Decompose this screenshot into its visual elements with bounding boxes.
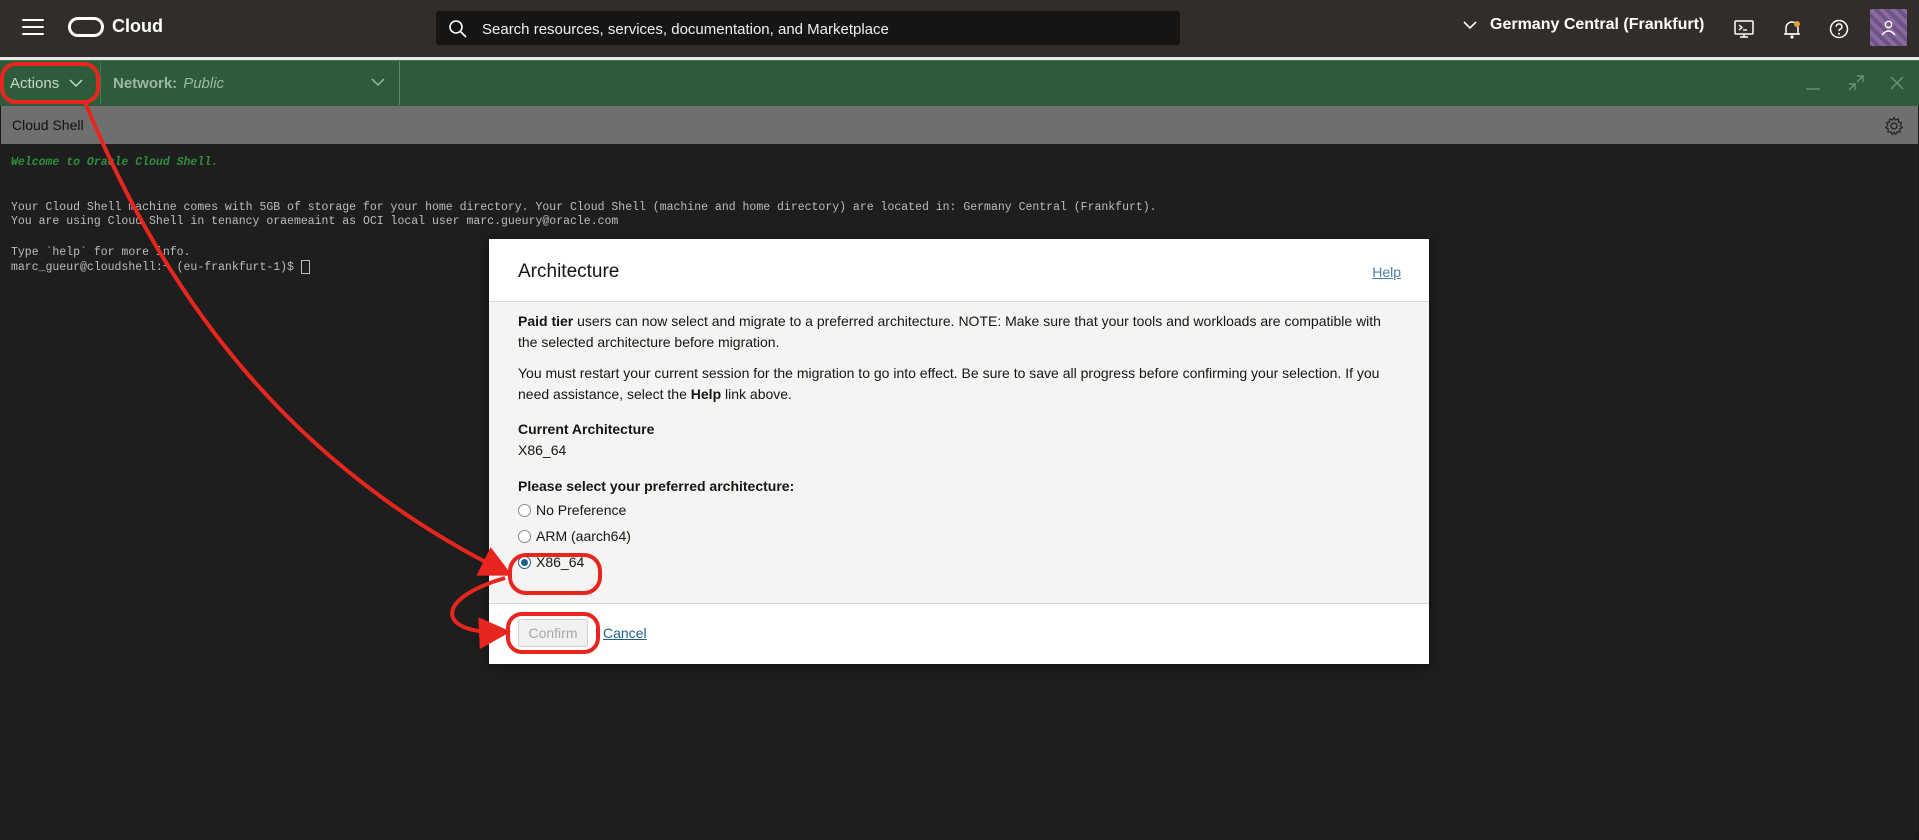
prompt-text: marc_gueur@cloudshell:~ (eu-frankfurt-1)…: [11, 261, 301, 275]
terminal-line: Welcome to Oracle Cloud Shell.: [11, 156, 219, 169]
terminal-line: Your Cloud Shell machine comes with 5GB …: [11, 201, 1157, 214]
top-navigation-bar: Cloud Germany Central (Frankfurt): [0, 0, 1919, 57]
brand-name[interactable]: Cloud: [112, 16, 163, 37]
search-bar[interactable]: [436, 11, 1180, 47]
region-label: Germany Central (Frankfurt): [1490, 16, 1705, 33]
cloud-shell-toolbar: Actions Network: Public: [0, 60, 1919, 106]
network-label: Network:: [113, 74, 178, 92]
chevron-down-icon: [371, 78, 385, 87]
help-link[interactable]: Help: [1372, 264, 1401, 280]
dialog-title: Architecture: [518, 261, 620, 282]
bell-icon[interactable]: [1781, 18, 1803, 40]
dialog-body: Paid tier users can now select and migra…: [518, 311, 1403, 575]
radio-button[interactable]: [518, 529, 531, 543]
chevron-down-icon: [1463, 21, 1477, 30]
chevron-down-icon: [69, 79, 83, 88]
radio-option-x86[interactable]: X86_64: [518, 549, 1403, 575]
radio-button-selected[interactable]: [518, 555, 531, 569]
terminal-prompt[interactable]: marc_gueur@cloudshell:~ (eu-frankfurt-1)…: [11, 260, 310, 274]
cancel-link[interactable]: Cancel: [603, 625, 647, 641]
restart-text: You must restart your current session fo…: [518, 365, 1380, 402]
restart-paragraph: You must restart your current session fo…: [518, 363, 1403, 405]
network-value: Public: [183, 74, 225, 92]
terminal-cursor: [300, 260, 310, 274]
help-icon[interactable]: [1828, 18, 1850, 40]
minimize-icon[interactable]: [1803, 73, 1823, 93]
cloud-shell-titlebar: Cloud Shell: [1, 106, 1918, 144]
radio-option-arm[interactable]: ARM (aarch64): [518, 523, 1403, 549]
search-input[interactable]: [480, 11, 1164, 47]
paid-tier-text: users can now select and migrate to a pr…: [518, 313, 1381, 350]
radio-label: ARM (aarch64): [536, 527, 631, 544]
dialog-footer: Confirm Cancel: [489, 603, 1429, 664]
actions-menu-button[interactable]: Actions: [2, 61, 98, 105]
avatar[interactable]: [1870, 9, 1907, 46]
region-selector[interactable]: Germany Central (Frankfurt): [1462, 16, 1704, 34]
radio-button[interactable]: [518, 503, 531, 517]
restart-text-end: link above.: [721, 386, 792, 402]
architecture-dialog: Architecture Help Paid tier users can no…: [489, 239, 1429, 664]
dialog-header: Architecture Help: [489, 239, 1429, 302]
help-reference: Help: [690, 386, 722, 402]
oracle-logo-icon[interactable]: [68, 17, 104, 37]
restore-icon[interactable]: [1846, 73, 1866, 93]
terminal-line: You are using Cloud Shell in tenancy ora…: [11, 215, 619, 228]
user-icon: [1881, 20, 1896, 36]
current-architecture-label: Current Architecture: [518, 421, 655, 437]
hamburger-icon[interactable]: [22, 19, 44, 37]
cloud-shell-icon[interactable]: [1733, 18, 1755, 40]
actions-label: Actions: [10, 74, 60, 92]
terminal-line: Type `help` for more info.: [11, 246, 191, 259]
paid-tier-paragraph: Paid tier users can now select and migra…: [518, 311, 1403, 353]
confirm-button[interactable]: Confirm: [518, 619, 588, 647]
network-selector[interactable]: Network: Public: [100, 61, 400, 105]
cloud-shell-title: Cloud Shell: [12, 117, 84, 133]
radio-label: X86_64: [536, 553, 585, 570]
paid-tier-label: Paid tier: [518, 313, 574, 329]
gear-icon[interactable]: [1884, 116, 1904, 136]
select-architecture-label: Please select your preferred architectur…: [518, 478, 795, 494]
radio-label: No Preference: [536, 501, 627, 518]
current-architecture-value: X86_64: [518, 442, 567, 458]
radio-option-no-preference[interactable]: No Preference: [518, 497, 1403, 523]
search-icon: [449, 20, 467, 38]
close-icon[interactable]: [1887, 73, 1907, 93]
